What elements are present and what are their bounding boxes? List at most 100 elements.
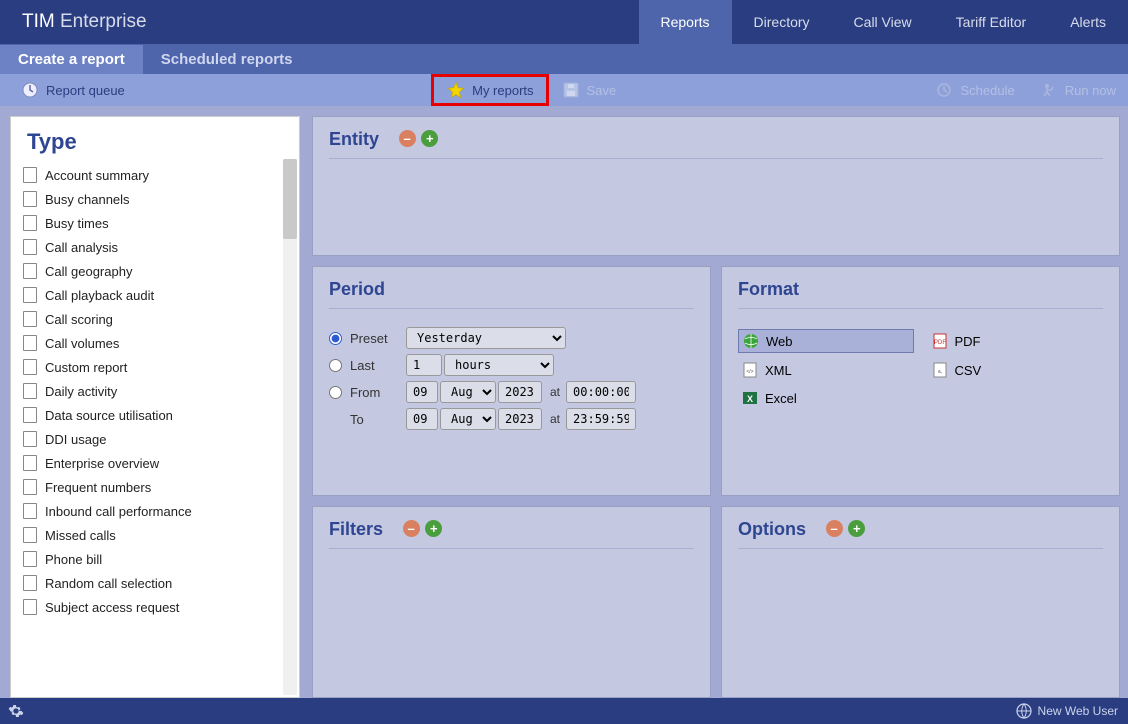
period-to-time[interactable] <box>566 408 636 430</box>
filters-heading: Filters <box>329 519 383 540</box>
period-from-time[interactable] <box>566 381 636 403</box>
save-icon <box>561 80 581 100</box>
document-icon <box>23 599 37 615</box>
tab-scheduled-reports[interactable]: Scheduled reports <box>143 45 311 74</box>
format-csv[interactable]: a, CSV <box>928 359 1104 381</box>
scrollbar[interactable] <box>283 159 297 695</box>
type-item[interactable]: Enterprise overview <box>17 451 299 475</box>
schedule-button[interactable]: Schedule <box>922 74 1026 106</box>
document-icon <box>23 263 37 279</box>
type-item[interactable]: DDI usage <box>17 427 299 451</box>
document-icon <box>23 551 37 567</box>
nav-call-view[interactable]: Call View <box>832 0 934 44</box>
type-item[interactable]: Frequent numbers <box>17 475 299 499</box>
period-from-month[interactable]: Aug <box>440 381 496 403</box>
document-icon <box>23 407 37 423</box>
options-remove-button[interactable]: – <box>826 520 843 537</box>
status-user[interactable]: New Web User <box>1038 704 1118 718</box>
my-reports-button[interactable]: My reports <box>431 74 548 106</box>
type-item[interactable]: Call volumes <box>17 331 299 355</box>
type-item[interactable]: Data source utilisation <box>17 403 299 427</box>
filters-add-button[interactable]: + <box>425 520 442 537</box>
toolbar: Report queue My reports Save Schedule Ru… <box>0 74 1128 106</box>
options-add-button[interactable]: + <box>848 520 865 537</box>
divider <box>329 548 694 549</box>
save-button[interactable]: Save <box>549 74 629 106</box>
xml-icon: </> <box>742 362 758 378</box>
type-item[interactable]: Busy channels <box>17 187 299 211</box>
type-item[interactable]: Daily activity <box>17 379 299 403</box>
divider <box>738 548 1103 549</box>
period-to-label: To <box>350 412 406 427</box>
csv-icon: a, <box>932 362 948 378</box>
at-label: at <box>550 412 560 426</box>
main-area: Entity – + Period Preset Yesterday Last <box>300 106 1128 698</box>
nav-alerts[interactable]: Alerts <box>1048 0 1128 44</box>
svg-text:a,: a, <box>937 369 941 375</box>
type-item[interactable]: Inbound call performance <box>17 499 299 523</box>
pdf-icon: PDF <box>932 333 948 349</box>
period-last-radio[interactable] <box>329 359 342 372</box>
format-web[interactable]: Web <box>738 329 914 353</box>
document-icon <box>23 527 37 543</box>
type-item[interactable]: Call playback audit <box>17 283 299 307</box>
period-preset-radio[interactable] <box>329 332 342 345</box>
period-to-year[interactable] <box>498 408 542 430</box>
filters-remove-button[interactable]: – <box>403 520 420 537</box>
period-preset-select[interactable]: Yesterday <box>406 327 566 349</box>
divider <box>329 158 1103 159</box>
type-item[interactable]: Busy times <box>17 211 299 235</box>
main-nav: Reports Directory Call View Tariff Edito… <box>639 0 1128 44</box>
document-icon <box>23 215 37 231</box>
clock-icon <box>20 80 40 100</box>
report-queue-label: Report queue <box>46 83 125 98</box>
format-excel[interactable]: X Excel <box>738 387 914 409</box>
period-to-month[interactable]: Aug <box>440 408 496 430</box>
period-from-label: From <box>350 385 406 400</box>
type-item[interactable]: Random call selection <box>17 571 299 595</box>
period-from-radio[interactable] <box>329 386 342 399</box>
svg-text:X: X <box>747 394 753 404</box>
at-label: at <box>550 385 560 399</box>
nav-reports[interactable]: Reports <box>639 0 732 44</box>
document-icon <box>23 311 37 327</box>
sub-nav: Create a report Scheduled reports <box>0 44 1128 74</box>
app-logo: TIM Enterprise <box>0 11 639 33</box>
format-xml[interactable]: </> XML <box>738 359 914 381</box>
period-from-day[interactable] <box>406 381 438 403</box>
period-to-day[interactable] <box>406 408 438 430</box>
document-icon <box>23 239 37 255</box>
schedule-label: Schedule <box>960 83 1014 98</box>
run-now-label: Run now <box>1065 83 1116 98</box>
type-heading: Type <box>11 117 299 157</box>
scrollbar-thumb[interactable] <box>283 159 297 239</box>
period-last-unit-select[interactable]: hours <box>444 354 554 376</box>
entity-add-button[interactable]: + <box>421 130 438 147</box>
nav-tariff-editor[interactable]: Tariff Editor <box>934 0 1049 44</box>
entity-remove-button[interactable]: – <box>399 130 416 147</box>
divider <box>329 308 694 309</box>
run-now-button[interactable]: Run now <box>1027 74 1128 106</box>
period-from-year[interactable] <box>498 381 542 403</box>
excel-icon: X <box>742 390 758 406</box>
format-panel: Format Web PDF PDF </> <box>721 266 1120 496</box>
settings-gear-icon[interactable] <box>8 703 24 719</box>
nav-directory[interactable]: Directory <box>732 0 832 44</box>
type-item[interactable]: Call geography <box>17 259 299 283</box>
logo-bold: TIM <box>22 11 55 32</box>
tab-create-report[interactable]: Create a report <box>0 45 143 74</box>
type-item[interactable]: Call analysis <box>17 235 299 259</box>
period-last-value[interactable] <box>406 354 442 376</box>
type-item[interactable]: Missed calls <box>17 523 299 547</box>
type-item[interactable]: Phone bill <box>17 547 299 571</box>
document-icon <box>23 167 37 183</box>
type-item[interactable]: Call scoring <box>17 307 299 331</box>
type-item[interactable]: Custom report <box>17 355 299 379</box>
report-queue-button[interactable]: Report queue <box>0 74 137 106</box>
options-heading: Options <box>738 519 806 540</box>
type-item[interactable]: Account summary <box>17 163 299 187</box>
document-icon <box>23 335 37 351</box>
format-pdf[interactable]: PDF PDF <box>928 329 1104 353</box>
type-item[interactable]: Subject access request <box>17 595 299 619</box>
document-icon <box>23 503 37 519</box>
